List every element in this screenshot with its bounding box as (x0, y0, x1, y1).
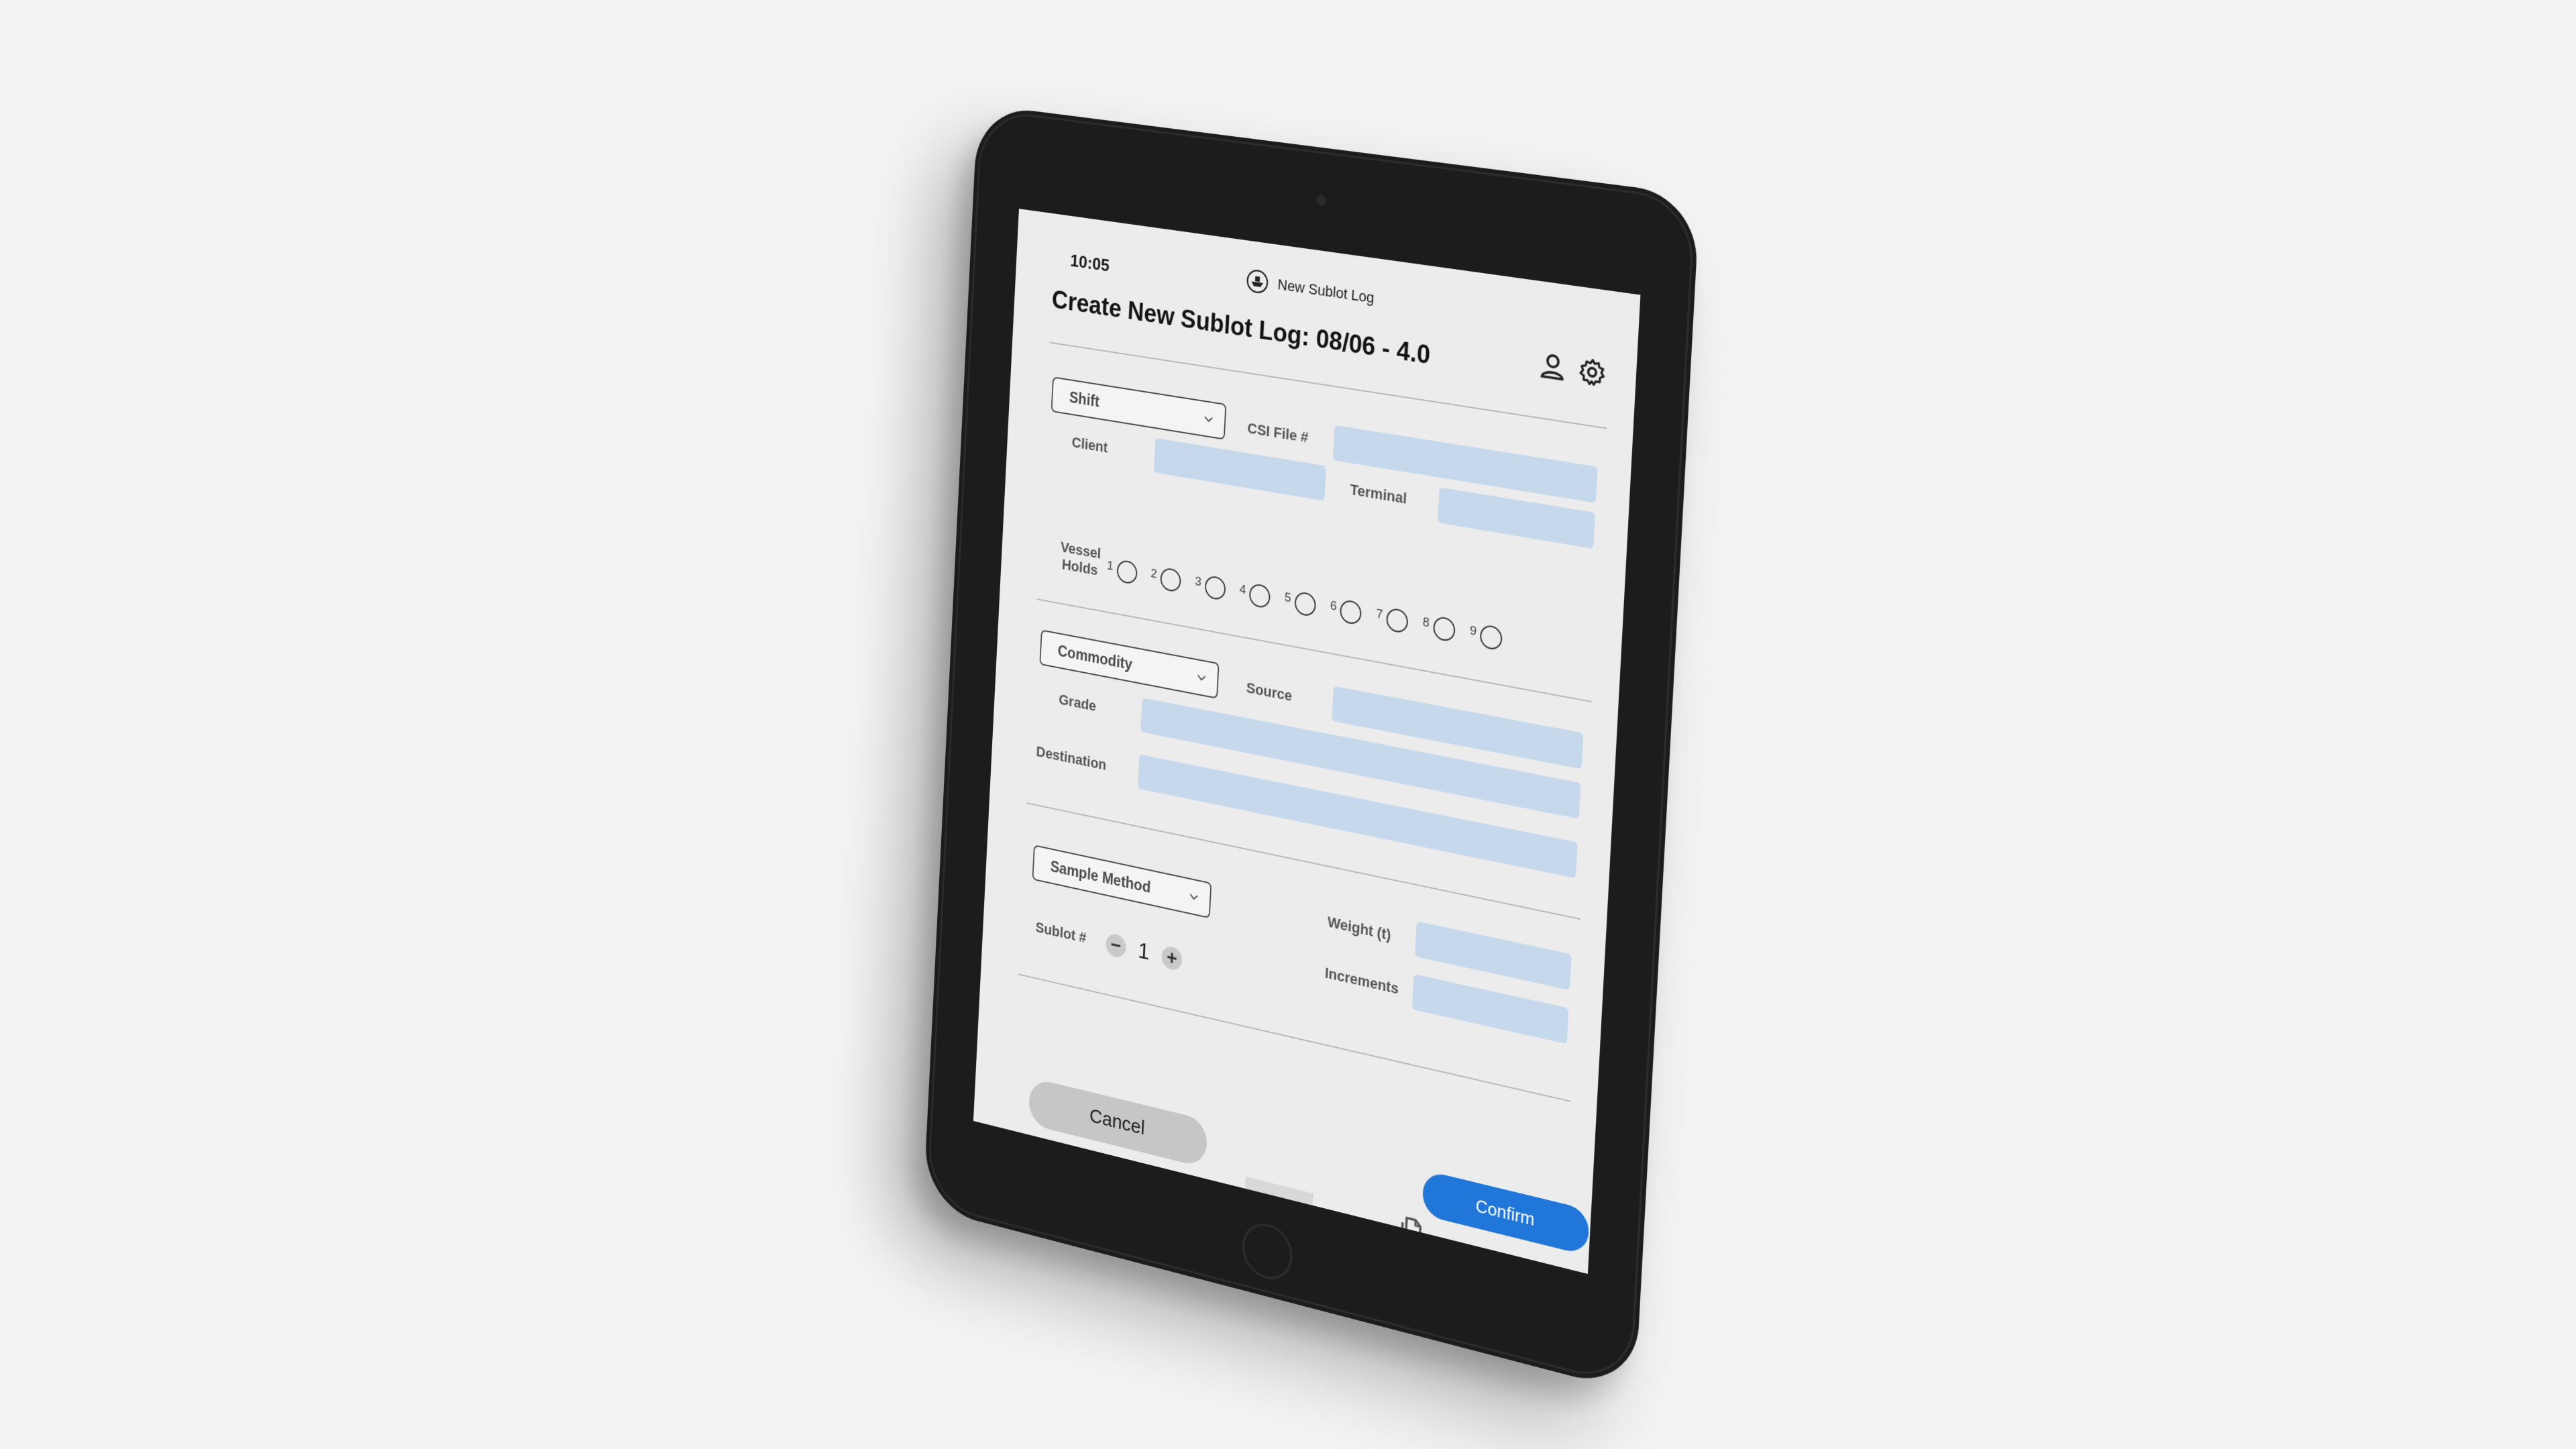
shift-dropdown-label: Shift (1069, 388, 1099, 411)
chevron-down-icon (1195, 670, 1208, 686)
hold-number: 5 (1284, 590, 1291, 606)
weight-label: Weight (t) (1327, 913, 1391, 944)
client-label: Client (1071, 433, 1108, 456)
header-actions (1538, 349, 1607, 390)
vessel-holds-label: Vessel Holds (1059, 539, 1102, 580)
cancel-button[interactable]: Cancel (1028, 1077, 1208, 1168)
hold-number: 7 (1376, 606, 1383, 623)
commodity-dropdown-label: Commodity (1057, 641, 1132, 674)
destination-label: Destination (1036, 743, 1107, 774)
radio-circle[interactable] (1204, 575, 1226, 601)
radio-circle[interactable] (1294, 591, 1316, 618)
hold-radio[interactable]: 6 (1330, 598, 1362, 626)
radio-circle[interactable] (1386, 607, 1409, 634)
ship-logo-icon (1245, 267, 1270, 296)
user-icon[interactable] (1538, 349, 1568, 384)
radio-circle[interactable] (1432, 615, 1455, 642)
front-camera (1316, 195, 1327, 207)
increment-button[interactable]: + (1161, 945, 1183, 971)
radio-circle[interactable] (1480, 624, 1503, 651)
sample-method-dropdown-label: Sample Method (1050, 857, 1151, 897)
nav-logs-label: Logs (1394, 1248, 1425, 1273)
shift-dropdown[interactable]: Shift (1051, 376, 1227, 440)
hold-number: 8 (1422, 615, 1430, 631)
nav-schedule[interactable]: 08 Schedule (1113, 1158, 1182, 1248)
hold-radio[interactable]: 8 (1422, 615, 1456, 643)
hold-radio[interactable]: 9 (1469, 623, 1503, 651)
hold-radio[interactable]: 2 (1150, 566, 1181, 593)
source-label: Source (1246, 679, 1293, 705)
vessel-holds-radio-group: 1 2 3 4 5 6 7 8 9 (1106, 559, 1503, 651)
hold-radio[interactable]: 5 (1284, 590, 1316, 617)
sublot-label: Sublot # (1035, 918, 1087, 947)
radio-circle[interactable] (1160, 567, 1181, 593)
app-screen: 10:05 New Sublot Log Create New Sublot L… (973, 209, 1641, 1274)
increments-label: Increments (1324, 964, 1399, 998)
home-button[interactable] (1241, 1218, 1294, 1285)
gear-icon[interactable] (1577, 355, 1608, 390)
client-input[interactable] (1154, 438, 1326, 501)
chevron-down-icon (1202, 412, 1215, 427)
sample-method-dropdown[interactable]: Sample Method (1032, 845, 1212, 918)
hold-number: 6 (1330, 598, 1337, 614)
nav-schedule-label: Schedule (1119, 1205, 1175, 1236)
hold-number: 9 (1469, 623, 1477, 639)
hold-number: 4 (1239, 582, 1246, 598)
hold-radio[interactable]: 4 (1239, 582, 1271, 609)
hold-radio[interactable]: 3 (1194, 574, 1226, 601)
calendar-icon: 08 (1132, 1173, 1163, 1212)
documents-icon (1395, 1212, 1428, 1252)
radio-circle[interactable] (1249, 583, 1271, 609)
radio-circle[interactable] (1116, 559, 1138, 585)
hold-radio[interactable]: 7 (1375, 606, 1408, 634)
chevron-down-icon (1187, 889, 1200, 905)
tablet-device: 10:05 New Sublot Log Create New Sublot L… (923, 104, 1700, 1393)
status-time: 10:05 (1070, 250, 1110, 276)
sublot-value: 1 (1137, 938, 1150, 966)
radio-circle[interactable] (1340, 599, 1362, 626)
hold-number: 2 (1150, 566, 1158, 582)
hold-number: 1 (1107, 559, 1114, 574)
app-header: New Sublot Log (1245, 267, 1375, 311)
sublot-stepper: − 1 + (1105, 930, 1183, 973)
app-title: New Sublot Log (1277, 276, 1375, 307)
hold-radio[interactable]: 1 (1106, 559, 1137, 585)
csi-file-label: CSI File # (1247, 419, 1309, 447)
calendar-day: 08 (1142, 1191, 1152, 1203)
hold-number: 3 (1195, 574, 1202, 590)
background: 10:05 New Sublot Log Create New Sublot L… (0, 0, 2576, 1449)
grade-label: Grade (1059, 691, 1097, 715)
terminal-label: Terminal (1350, 481, 1407, 508)
decrement-button[interactable]: − (1106, 932, 1127, 959)
commodity-dropdown[interactable]: Commodity (1039, 629, 1219, 699)
